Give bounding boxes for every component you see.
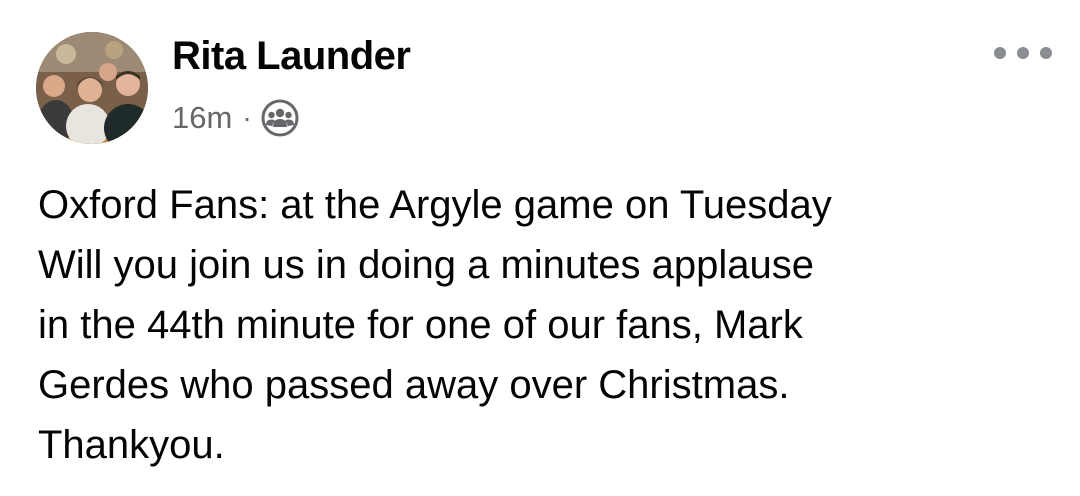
more-dot: [1040, 47, 1052, 59]
post-timestamp[interactable]: 16m: [172, 100, 232, 136]
post-text-line: in the 44th minute for one of our fans, …: [38, 303, 803, 347]
avatar-photo: [36, 32, 148, 144]
author-name[interactable]: Rita Launder: [172, 30, 411, 82]
avatar[interactable]: [36, 32, 148, 144]
post-text-line: Will you join us in doing a minutes appl…: [38, 243, 814, 287]
more-options-icon[interactable]: [994, 38, 1052, 68]
post-text-line: Gerdes who passed away over Christmas.: [38, 363, 790, 407]
group-icon[interactable]: [260, 98, 300, 138]
meta-separator: ·: [242, 102, 252, 133]
post-meta: 16m ·: [172, 96, 300, 140]
more-dot: [994, 47, 1006, 59]
post-body: Oxford Fans: at the Argyle game on Tuesd…: [38, 175, 1048, 475]
post-text-line: Oxford Fans: at the Argyle game on Tuesd…: [38, 183, 832, 227]
post-text-line: Thankyou.: [38, 423, 225, 467]
post-card: Rita Launder 16m · Oxford Fans: at the A…: [0, 0, 1080, 496]
more-dot: [1017, 47, 1029, 59]
